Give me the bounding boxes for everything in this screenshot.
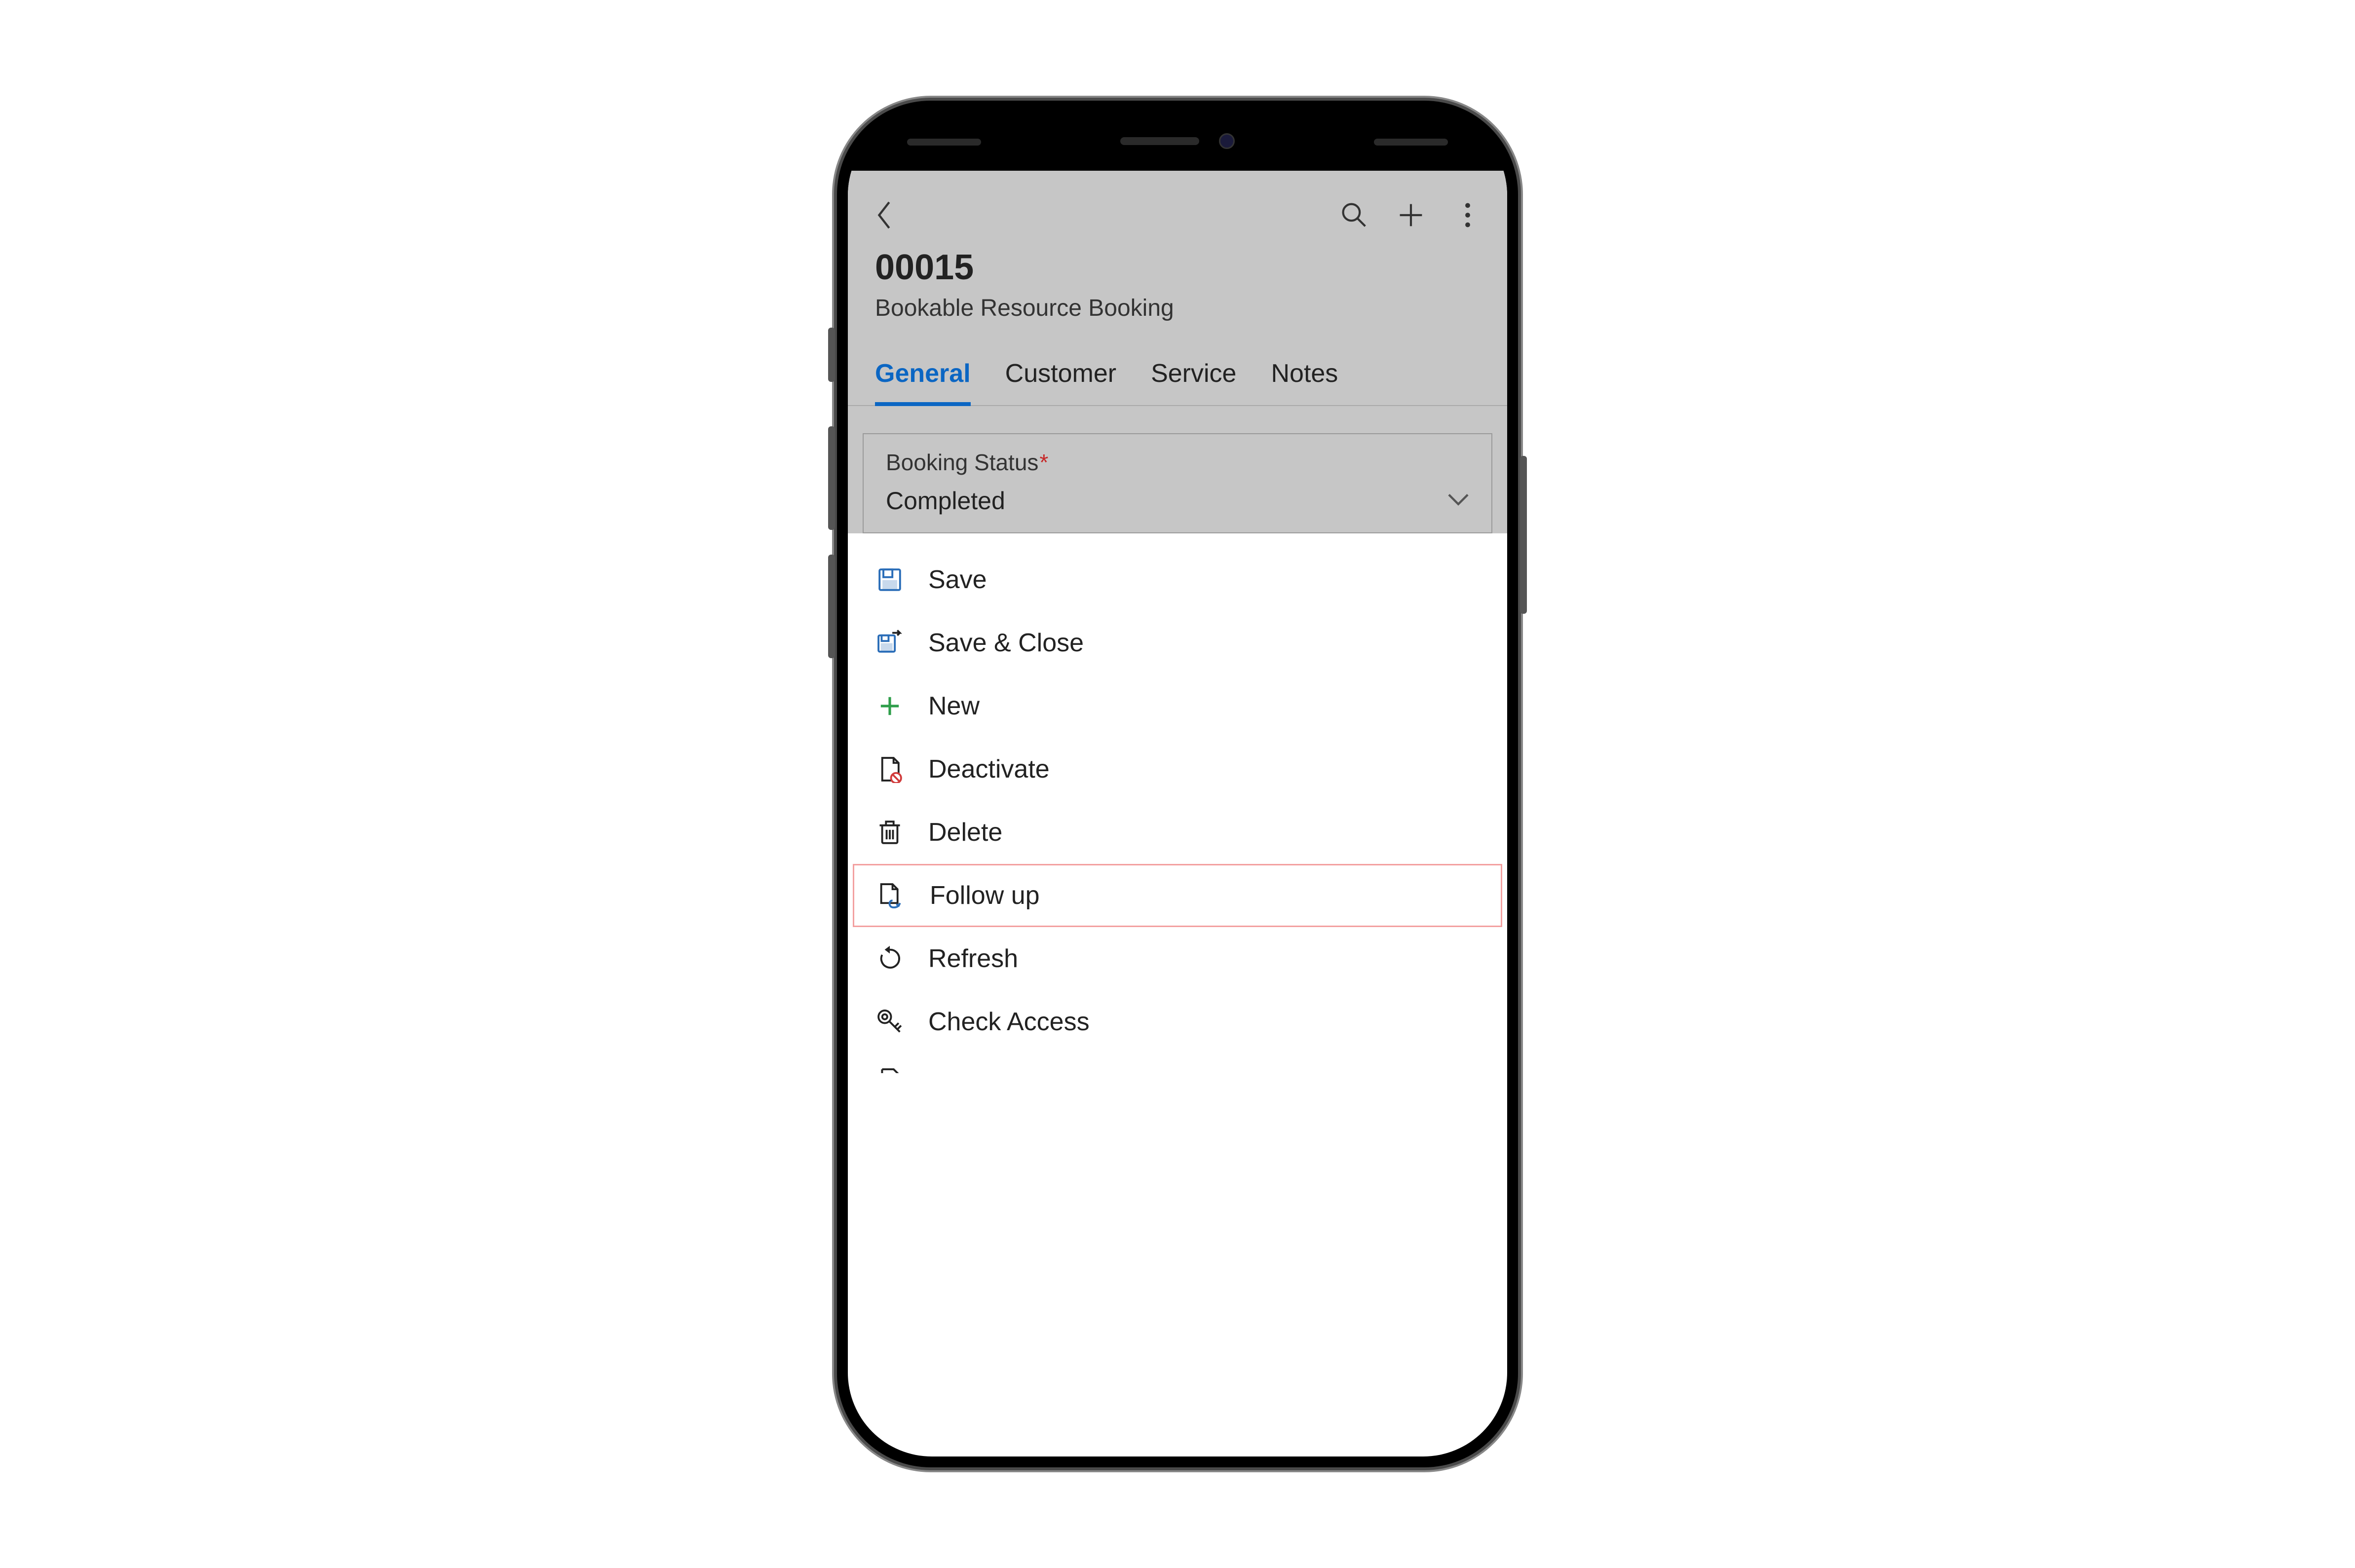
phone-bezel: 00015 Bookable Resource Booking General … bbox=[848, 112, 1507, 1456]
tab-general[interactable]: General bbox=[875, 359, 971, 406]
menu-refresh[interactable]: Refresh bbox=[848, 927, 1507, 990]
menu-label: Deactivate bbox=[928, 754, 1050, 784]
speaker-grille bbox=[1120, 137, 1199, 145]
chevron-left-icon bbox=[876, 201, 894, 229]
front-camera bbox=[1219, 133, 1235, 149]
record-subtitle: Bookable Resource Booking bbox=[875, 295, 1480, 322]
menu-check-access[interactable]: Check Access bbox=[848, 990, 1507, 1053]
menu-deactivate[interactable]: Deactivate bbox=[848, 738, 1507, 801]
delete-icon bbox=[875, 818, 905, 847]
menu-follow-up[interactable]: Follow up bbox=[853, 864, 1502, 927]
menu-new[interactable]: New bbox=[848, 674, 1507, 738]
follow-up-icon bbox=[876, 881, 906, 910]
save-close-icon bbox=[875, 628, 905, 658]
action-menu: Save Save & Close New bbox=[848, 533, 1507, 1073]
record-header: 00015 Bookable Resource Booking bbox=[848, 247, 1507, 336]
mute-switch bbox=[828, 328, 835, 382]
menu-delete[interactable]: Delete bbox=[848, 801, 1507, 864]
volume-down-button bbox=[828, 555, 835, 658]
menu-label: Check Access bbox=[928, 1007, 1090, 1037]
field-label: Booking Status* bbox=[886, 449, 1469, 476]
volume-up-button bbox=[828, 426, 835, 530]
tab-notes[interactable]: Notes bbox=[1271, 359, 1338, 406]
search-button[interactable] bbox=[1339, 200, 1369, 230]
tab-service[interactable]: Service bbox=[1151, 359, 1236, 406]
refresh-icon bbox=[875, 944, 905, 973]
more-button[interactable] bbox=[1453, 200, 1482, 230]
chevron-down-icon bbox=[1447, 493, 1469, 509]
phone-frame: 00015 Bookable Resource Booking General … bbox=[837, 101, 1518, 1467]
menu-label: Save bbox=[928, 565, 987, 595]
menu-label: New bbox=[928, 691, 980, 721]
notch-area bbox=[848, 112, 1507, 171]
menu-label: Refresh bbox=[928, 944, 1018, 973]
menu-save[interactable]: Save bbox=[848, 548, 1507, 611]
topbar bbox=[848, 190, 1507, 247]
search-icon bbox=[1340, 201, 1368, 229]
check-access-icon bbox=[875, 1007, 905, 1037]
tabs: General Customer Service Notes bbox=[848, 336, 1507, 406]
back-button[interactable] bbox=[870, 200, 900, 230]
power-button bbox=[1520, 456, 1527, 614]
plus-icon bbox=[1397, 201, 1425, 229]
record-title: 00015 bbox=[875, 247, 1480, 288]
add-button[interactable] bbox=[1396, 200, 1426, 230]
menu-save-close[interactable]: Save & Close bbox=[848, 611, 1507, 674]
dimmed-background: 00015 Bookable Resource Booking General … bbox=[848, 171, 1507, 533]
deactivate-icon bbox=[875, 754, 905, 784]
tab-customer[interactable]: Customer bbox=[1005, 359, 1116, 406]
menu-item-cutoff[interactable] bbox=[848, 1053, 1507, 1073]
document-icon bbox=[875, 1058, 905, 1073]
menu-label: Save & Close bbox=[928, 628, 1084, 658]
screen: 00015 Bookable Resource Booking General … bbox=[848, 171, 1507, 1456]
field-value: Completed bbox=[886, 486, 1005, 515]
save-icon bbox=[875, 565, 905, 595]
menu-label: Follow up bbox=[930, 881, 1040, 910]
new-icon bbox=[875, 691, 905, 721]
booking-status-field[interactable]: Booking Status* Completed bbox=[863, 433, 1492, 533]
more-vertical-icon bbox=[1463, 201, 1473, 229]
menu-label: Delete bbox=[928, 818, 1002, 847]
